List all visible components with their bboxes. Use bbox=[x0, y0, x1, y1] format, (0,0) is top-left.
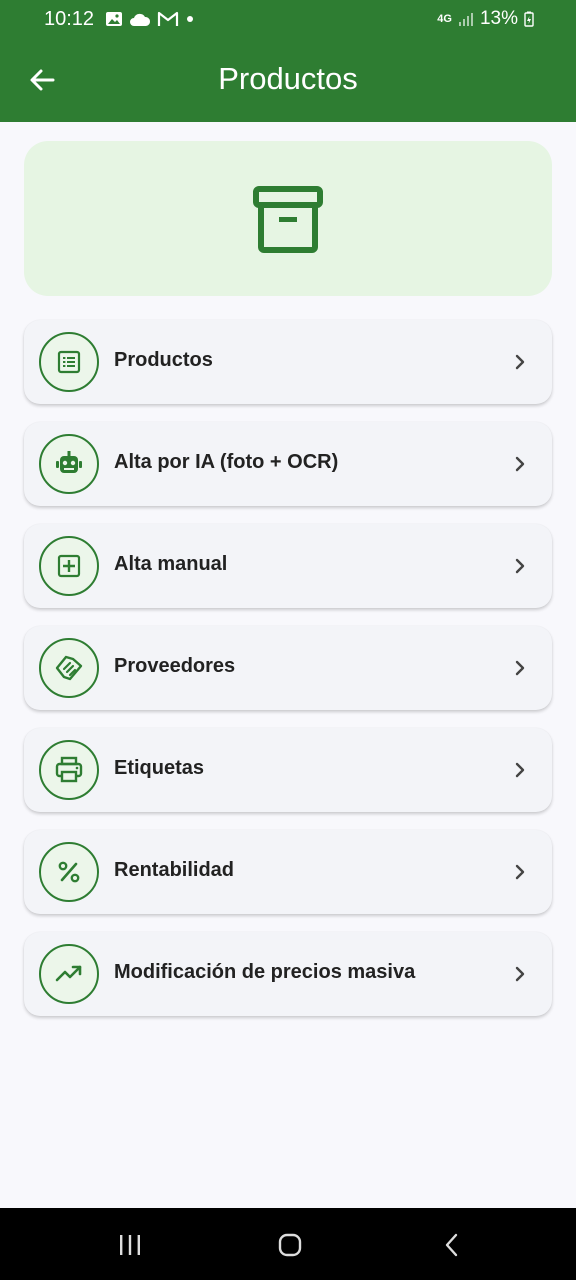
menu-item-label: Proveedores bbox=[114, 655, 236, 677]
back-nav-button[interactable] bbox=[432, 1230, 472, 1260]
recent-apps-icon bbox=[120, 1235, 140, 1255]
menu-item-label: Modificación de precios masiva bbox=[114, 961, 416, 983]
chevron-right-icon bbox=[515, 354, 525, 370]
menu-item-precios-masiva[interactable]: Modificación de precios masiva bbox=[24, 932, 552, 1016]
chevron-right-icon bbox=[515, 864, 525, 880]
menu-item-label: Productos bbox=[114, 349, 213, 371]
chevron-right-icon bbox=[515, 660, 525, 676]
robot-icon bbox=[39, 434, 99, 494]
home-button[interactable] bbox=[270, 1230, 310, 1260]
chevron-right-icon bbox=[515, 456, 525, 472]
handshake-icon bbox=[39, 638, 99, 698]
menu-item-alta-manual[interactable]: Alta manual bbox=[24, 524, 552, 608]
chevron-right-icon bbox=[515, 558, 525, 574]
menu-item-label: Alta manual bbox=[114, 553, 228, 575]
recent-apps-button[interactable] bbox=[110, 1230, 150, 1260]
back-nav-icon bbox=[445, 1233, 458, 1257]
dot-icon bbox=[187, 16, 193, 22]
menu-item-rentabilidad[interactable]: Rentabilidad bbox=[24, 830, 552, 914]
app-bar: 10:12 4G 13% Productos bbox=[0, 0, 576, 122]
add-box-icon bbox=[39, 536, 99, 596]
hero-banner bbox=[24, 141, 552, 296]
archive-box-icon bbox=[253, 185, 323, 253]
menu-item-etiquetas[interactable]: Etiquetas bbox=[24, 728, 552, 812]
menu-item-label: Rentabilidad bbox=[114, 859, 235, 881]
home-icon bbox=[278, 1233, 302, 1257]
menu-item-productos[interactable]: Productos bbox=[24, 320, 552, 404]
cloud-icon bbox=[130, 13, 151, 26]
menu-item-proveedores[interactable]: Proveedores bbox=[24, 626, 552, 710]
status-right: 4G 13% bbox=[437, 8, 534, 30]
status-time: 10:12 bbox=[44, 8, 95, 30]
battery-percent: 13% bbox=[479, 8, 518, 29]
status-bar: 10:12 4G 13% bbox=[0, 0, 576, 40]
trending-up-icon bbox=[39, 944, 99, 1004]
signal-icon bbox=[458, 13, 473, 26]
list-icon bbox=[39, 332, 99, 392]
menu-item-label: Etiquetas bbox=[114, 757, 205, 779]
menu-item-label: Alta por IA (foto + OCR) bbox=[114, 451, 339, 473]
chevron-right-icon bbox=[515, 966, 525, 982]
title-row: Productos bbox=[0, 40, 576, 122]
menu-item-alta-ia[interactable]: Alta por IA (foto + OCR) bbox=[24, 422, 552, 506]
gmail-icon bbox=[157, 11, 179, 26]
notification-icons bbox=[105, 10, 195, 28]
system-nav-bar bbox=[0, 1208, 576, 1280]
image-icon bbox=[106, 12, 122, 26]
network-type: 4G bbox=[437, 12, 452, 25]
page-title: Productos bbox=[218, 61, 358, 96]
menu-list: Productos Alta por IA (foto + OCR) Alta … bbox=[24, 320, 552, 1034]
percent-icon bbox=[39, 842, 99, 902]
printer-icon bbox=[39, 740, 99, 800]
battery-charging-icon bbox=[524, 11, 534, 27]
chevron-right-icon bbox=[515, 762, 525, 778]
